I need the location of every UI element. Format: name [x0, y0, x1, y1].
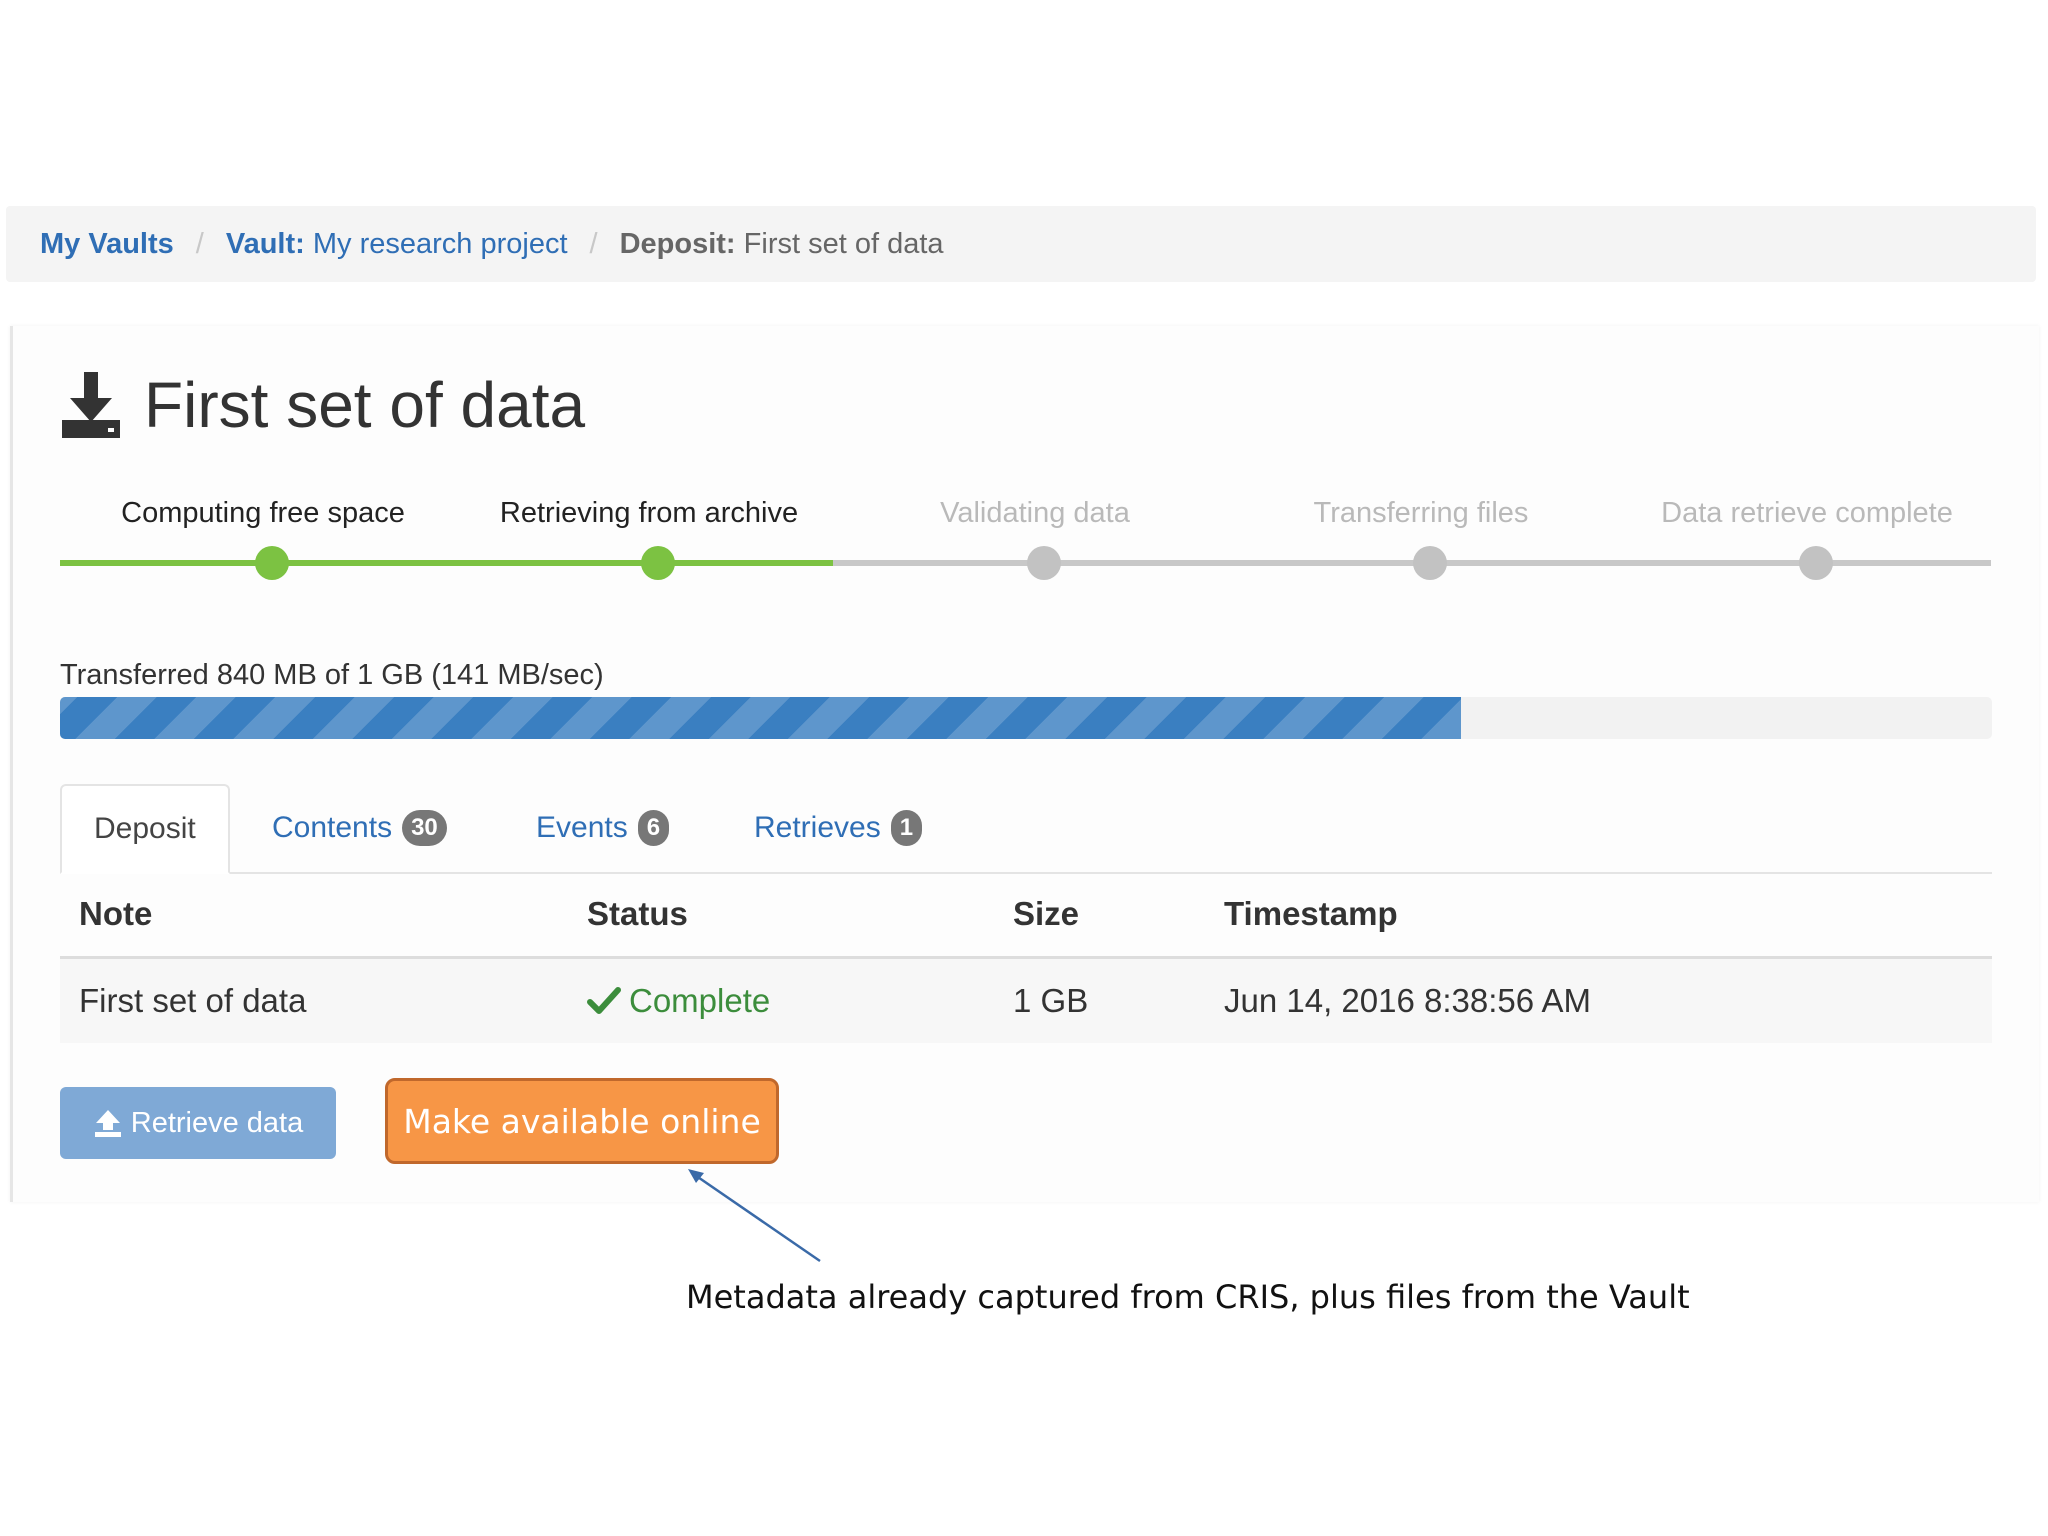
transfer-progress-fill — [60, 697, 1461, 739]
make-available-online-button[interactable]: Make available online — [385, 1078, 779, 1164]
breadcrumb-vault[interactable]: Vault: My research project — [226, 228, 568, 261]
deposit-panel — [10, 326, 2039, 1202]
step-dot-retrieving — [641, 546, 675, 580]
step-label-computing: Computing free space — [121, 497, 405, 529]
transfer-progress-bar — [60, 697, 1992, 739]
download-icon — [62, 372, 120, 438]
contents-count-badge: 30 — [402, 810, 447, 846]
column-header-status: Status — [587, 895, 688, 932]
step-dot-validating — [1027, 546, 1061, 580]
breadcrumb-separator: / — [195, 227, 204, 260]
step-label-complete: Data retrieve complete — [1661, 497, 1953, 529]
step-track-completed — [60, 560, 833, 566]
step-label-validating: Validating data — [940, 497, 1130, 529]
cell-size: 1 GB — [1013, 982, 1089, 1019]
tab-retrieves-label: Retrieves — [754, 811, 881, 844]
retrieve-data-button[interactable]: Retrieve data — [60, 1087, 336, 1159]
tab-events-label: Events — [536, 811, 628, 844]
status-complete-label: Complete — [629, 982, 771, 1019]
tab-contents[interactable]: Contents 30 — [272, 784, 447, 872]
page-header: First set of data — [60, 369, 586, 441]
breadcrumb: My Vaults / Vault: My research project /… — [6, 206, 2036, 282]
column-header-note: Note — [79, 895, 153, 932]
step-dot-complete — [1799, 546, 1833, 580]
tab-deposit[interactable]: Deposit — [60, 784, 230, 874]
cell-note: First set of data — [79, 982, 307, 1019]
make-available-online-label: Make available online — [403, 1101, 761, 1141]
tab-events[interactable]: Events 6 — [536, 784, 670, 872]
column-header-size: Size — [1013, 895, 1080, 932]
step-label-retrieving: Retrieving from archive — [499, 497, 799, 529]
retrieve-data-label: Retrieve data — [130, 1106, 304, 1139]
checkmark-icon — [587, 987, 621, 1014]
tabs-divider — [60, 872, 1992, 874]
events-count-badge: 6 — [637, 810, 670, 846]
tab-retrieves[interactable]: Retrieves 1 — [754, 784, 923, 872]
tab-deposit-label: Deposit — [94, 812, 196, 845]
breadcrumb-my-vaults[interactable]: My Vaults — [40, 228, 174, 261]
step-dot-computing — [255, 546, 289, 580]
step-label-transferring: Transferring files — [1313, 497, 1529, 529]
transfer-progress-label: Transferred 840 MB of 1 GB (141 MB/sec) — [60, 659, 604, 691]
page-title: First set of data — [144, 369, 586, 441]
tab-contents-label: Contents — [272, 811, 393, 844]
cell-timestamp: Jun 14, 2016 8:38:56 AM — [1224, 982, 1591, 1019]
step-dot-transferring — [1413, 546, 1447, 580]
annotation-arrow-icon — [688, 1169, 821, 1263]
cell-status: Complete — [587, 982, 770, 1020]
retrieves-count-badge: 1 — [890, 810, 923, 846]
annotation-caption: Metadata already captured from CRIS, plu… — [686, 1278, 1690, 1316]
upload-icon — [94, 1110, 121, 1137]
column-header-timestamp: Timestamp — [1224, 895, 1398, 932]
breadcrumb-separator: / — [589, 227, 598, 260]
breadcrumb-current-deposit: Deposit: First set of data — [619, 227, 944, 260]
